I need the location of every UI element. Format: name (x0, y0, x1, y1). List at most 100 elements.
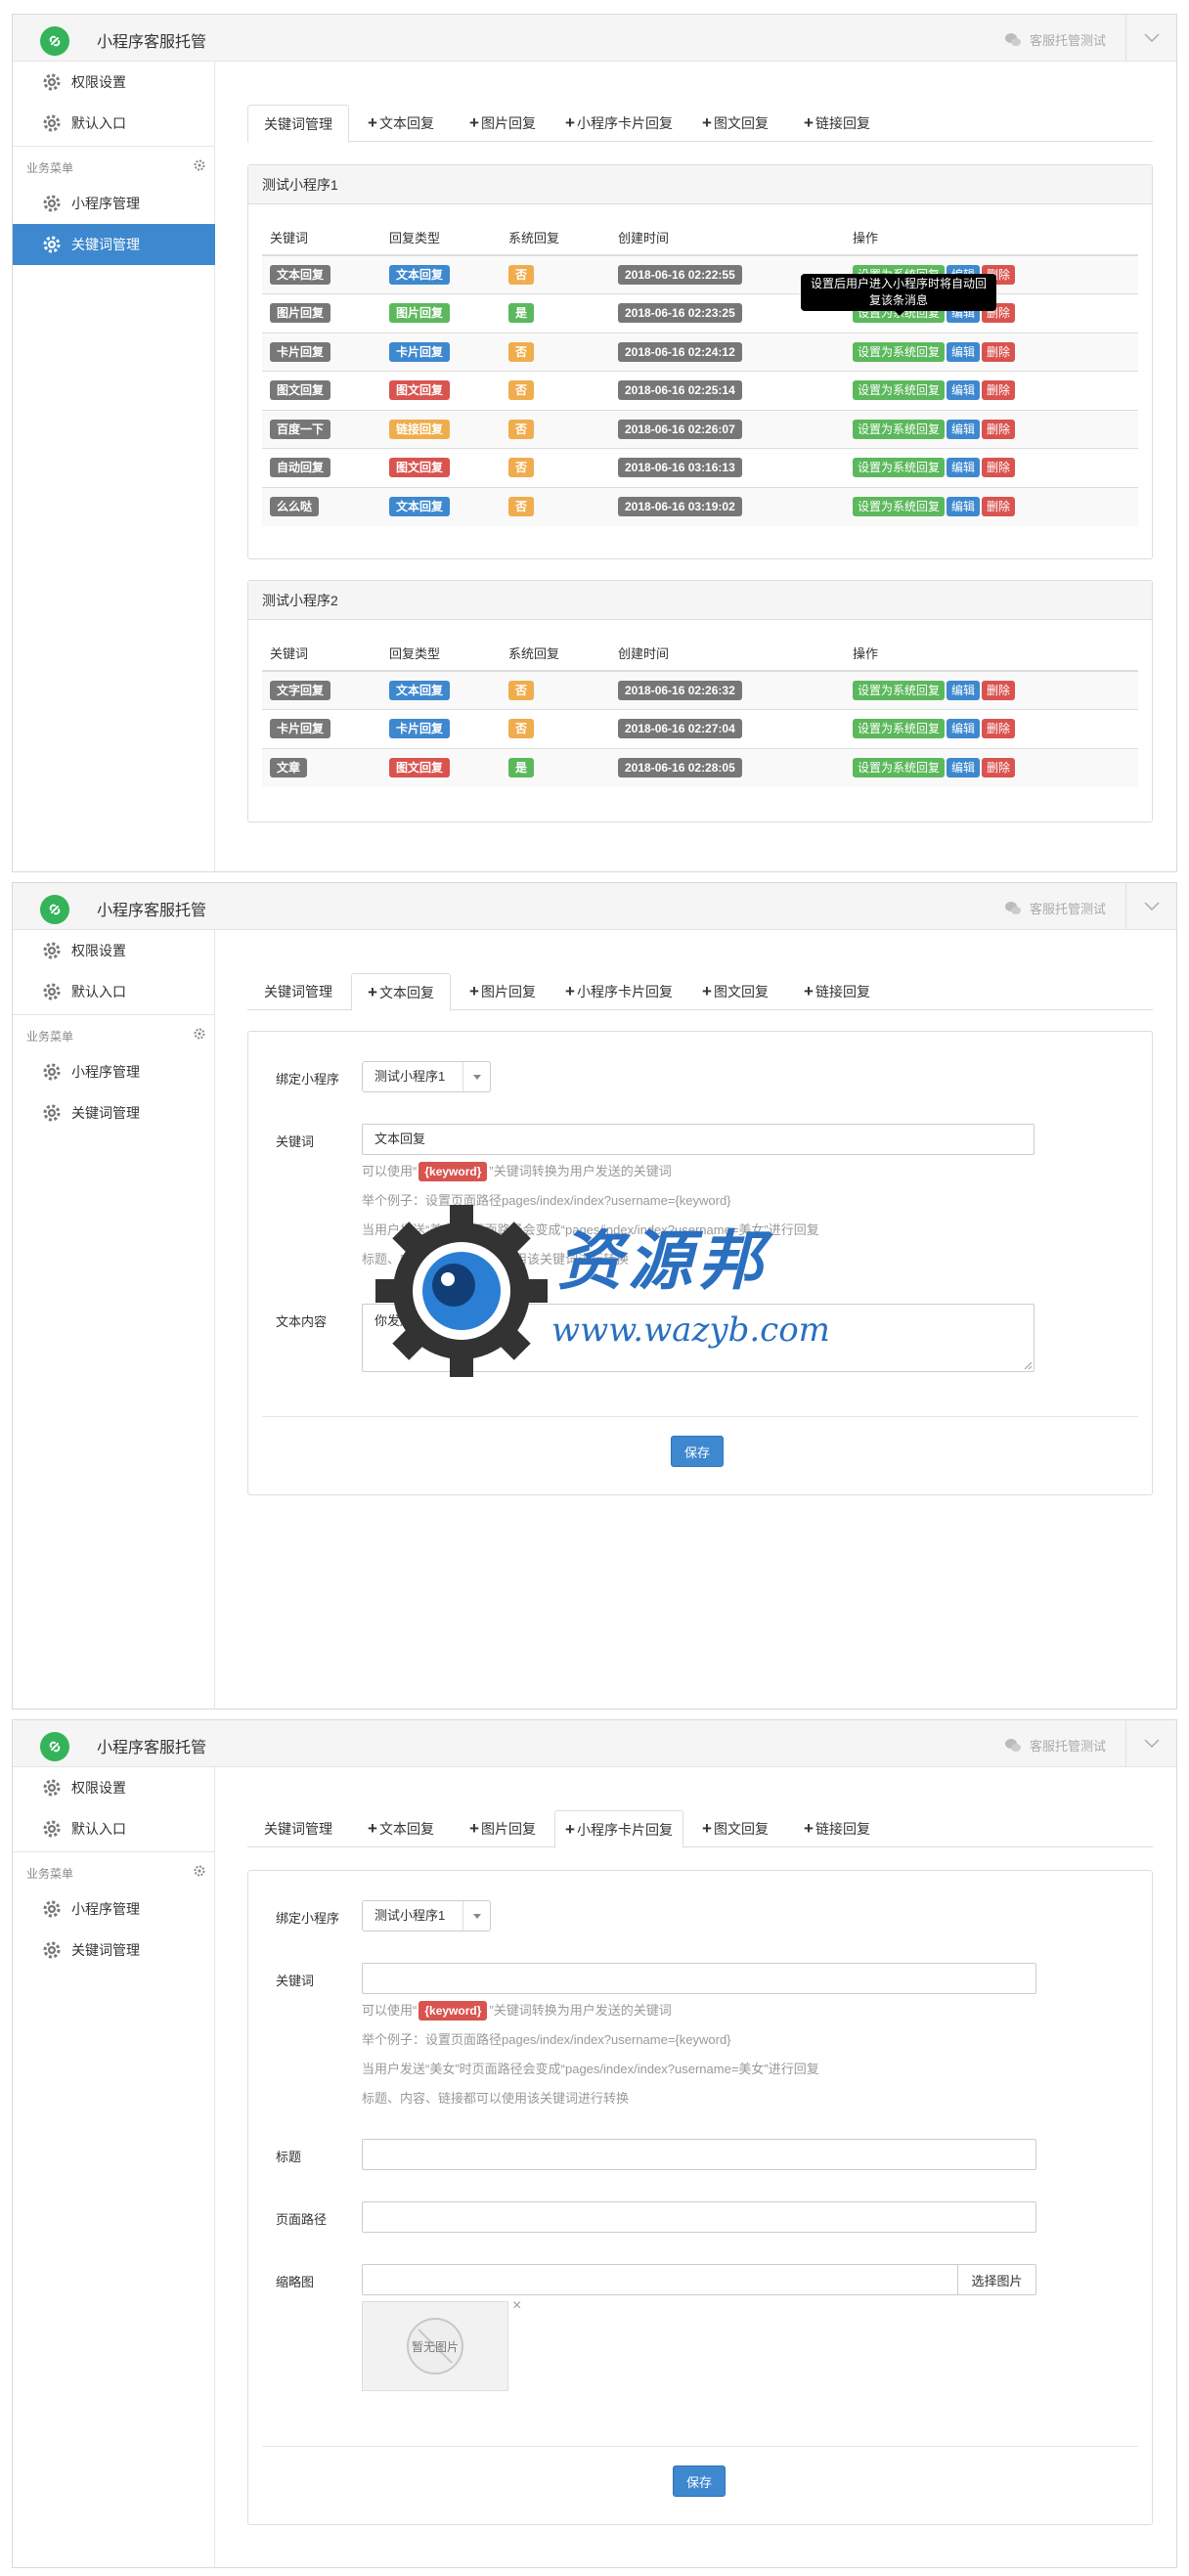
delete-button[interactable]: 删除 (982, 419, 1016, 439)
path-input[interactable] (362, 2201, 1036, 2233)
col-actions: 操作 (845, 220, 1138, 256)
tab-card-reply[interactable]: + 小程序卡片回复 (554, 973, 683, 1010)
title-input[interactable] (362, 2139, 1036, 2170)
delete-button[interactable]: 删除 (982, 458, 1016, 478)
tab-card-reply[interactable]: + 小程序卡片回复 (554, 1810, 683, 1848)
keyword-input[interactable]: 文本回复 (362, 1124, 1035, 1155)
tab-image-reply[interactable]: + 图片回复 (453, 105, 552, 142)
sidebar-item-default-entry[interactable]: 默认入口 (13, 971, 215, 1012)
set-system-button[interactable]: 设置为系统回复 (853, 719, 946, 739)
time-badge: 2018-06-16 02:24:12 (618, 341, 742, 362)
delete-button[interactable]: 删除 (982, 719, 1016, 739)
sidebar-item-default-entry[interactable]: 默认入口 (13, 1808, 215, 1849)
app-logo[interactable] (40, 1732, 69, 1761)
watermark-text: 资源邦 (557, 1222, 769, 1299)
tab-link-reply[interactable]: + 链接回复 (787, 1810, 887, 1847)
save-button[interactable]: 保存 (671, 1436, 724, 1467)
sidebar-item-permissions[interactable]: 权限设置 (13, 62, 215, 103)
delete-button[interactable]: 删除 (982, 380, 1016, 401)
set-system-button[interactable]: 设置为系统回复 (853, 419, 946, 439)
tab-text-reply[interactable]: + 文本回复 (351, 105, 451, 142)
set-system-button[interactable]: 设置为系统回复 (853, 758, 946, 777)
miniprogram-select[interactable]: 测试小程序1 (362, 1900, 491, 1932)
resize-grip-icon[interactable] (1024, 1361, 1032, 1369)
collapse-toggle[interactable] (1125, 15, 1176, 62)
delete-button[interactable]: 删除 (982, 341, 1016, 362)
tab-link-reply[interactable]: + 链接回复 (787, 105, 887, 142)
edit-button[interactable]: 编辑 (947, 458, 981, 478)
tab-card-reply[interactable]: + 小程序卡片回复 (554, 105, 683, 142)
sidebar-item-miniprogram[interactable]: 小程序管理 (13, 1051, 215, 1092)
gear-icon[interactable] (194, 1865, 205, 1877)
system-badge: 否 (508, 380, 535, 401)
tab-keyword-management[interactable]: 关键词管理 (247, 1810, 349, 1847)
choose-image-button[interactable]: 选择图片 (958, 2264, 1036, 2295)
edit-button[interactable]: 编辑 (947, 419, 981, 439)
app-logo[interactable] (40, 26, 69, 56)
set-system-button[interactable]: 设置为系统回复 (853, 458, 946, 478)
cell-keyword: 文字回复 (262, 670, 381, 710)
edit-button[interactable]: 编辑 (947, 681, 981, 700)
set-system-button[interactable]: 设置为系统回复 (853, 497, 946, 516)
keyword-tag: {keyword} (418, 2001, 488, 2021)
miniprogram-select[interactable]: 测试小程序1 (362, 1061, 491, 1092)
tab-image-reply[interactable]: + 图片回复 (453, 973, 552, 1010)
cell-system: 否 (501, 409, 610, 449)
keyword-input[interactable] (362, 1963, 1036, 1994)
tab-image-reply[interactable]: + 图片回复 (453, 1810, 552, 1847)
close-icon[interactable]: × (512, 2297, 521, 2315)
collapse-toggle[interactable] (1125, 1720, 1176, 1767)
cell-actions: 设置为系统回复编辑删除 (845, 486, 1138, 526)
gear-icon (43, 1104, 61, 1122)
tab-keyword-management[interactable]: 关键词管理 (247, 105, 349, 143)
sidebar-item-keywords[interactable]: 关键词管理 (13, 224, 215, 265)
save-button[interactable]: 保存 (673, 2465, 726, 2497)
delete-button[interactable]: 删除 (982, 758, 1016, 777)
sidebar-item-default-entry[interactable]: 默认入口 (13, 103, 215, 144)
thumb-input[interactable] (362, 2264, 958, 2295)
tab-news-reply[interactable]: + 图文回复 (685, 105, 785, 142)
gear-icon (43, 236, 61, 253)
sidebar: 权限设置 默认入口 业务菜单 小程序管理 关键词管理 (13, 1767, 215, 2567)
delete-button[interactable]: 删除 (982, 681, 1016, 700)
tab-text-reply[interactable]: + 文本回复 (351, 1810, 451, 1847)
gear-icon[interactable] (194, 1028, 205, 1040)
plus-icon: + (368, 1819, 377, 1838)
tab-link-reply[interactable]: + 链接回复 (787, 973, 887, 1010)
delete-button[interactable]: 删除 (982, 497, 1016, 516)
set-system-button[interactable]: 设置为系统回复 (853, 380, 946, 401)
gear-icon[interactable] (194, 159, 205, 171)
title-label: 标题 (276, 2150, 302, 2164)
tab-keyword-management[interactable]: 关键词管理 (247, 973, 349, 1010)
tab-text-reply[interactable]: + 文本回复 (351, 973, 451, 1011)
tab-news-reply[interactable]: + 图文回复 (685, 1810, 785, 1847)
caret-down-icon (462, 1062, 490, 1091)
account-status[interactable]: 客服托管测试 (1004, 1736, 1106, 1754)
sidebar: 权限设置 默认入口 业务菜单 小程序管理 关键词管理 (13, 62, 215, 871)
account-status-text: 客服托管测试 (1029, 33, 1106, 48)
sidebar-item-keywords[interactable]: 关键词管理 (13, 1092, 215, 1133)
sidebar-item-permissions[interactable]: 权限设置 (13, 930, 215, 971)
app-title: 小程序客服托管 (97, 903, 207, 919)
wechat-icon (1004, 901, 1021, 914)
edit-button[interactable]: 编辑 (947, 341, 981, 362)
edit-button[interactable]: 编辑 (947, 719, 981, 739)
set-system-button[interactable]: 设置为系统回复 (853, 681, 946, 700)
collapse-toggle[interactable] (1125, 883, 1176, 930)
account-status[interactable]: 客服托管测试 (1004, 30, 1106, 49)
sidebar-item-miniprogram[interactable]: 小程序管理 (13, 1888, 215, 1930)
cell-time: 2018-06-16 02:26:32 (610, 670, 845, 710)
cell-keyword: 自动回复 (262, 448, 381, 487)
cell-actions: 设置为系统回复编辑删除 (845, 371, 1138, 410)
tab-news-reply[interactable]: + 图文回复 (685, 973, 785, 1010)
sidebar-item-miniprogram[interactable]: 小程序管理 (13, 183, 215, 224)
edit-button[interactable]: 编辑 (947, 758, 981, 777)
account-status[interactable]: 客服托管测试 (1004, 899, 1106, 917)
sidebar-item-permissions[interactable]: 权限设置 (13, 1767, 215, 1808)
set-system-button[interactable]: 设置为系统回复 (853, 341, 946, 362)
sidebar-item-keywords[interactable]: 关键词管理 (13, 1930, 215, 1971)
edit-button[interactable]: 编辑 (947, 380, 981, 401)
time-badge: 2018-06-16 03:16:13 (618, 458, 742, 478)
app-logo[interactable] (40, 895, 69, 924)
edit-button[interactable]: 编辑 (947, 497, 981, 516)
